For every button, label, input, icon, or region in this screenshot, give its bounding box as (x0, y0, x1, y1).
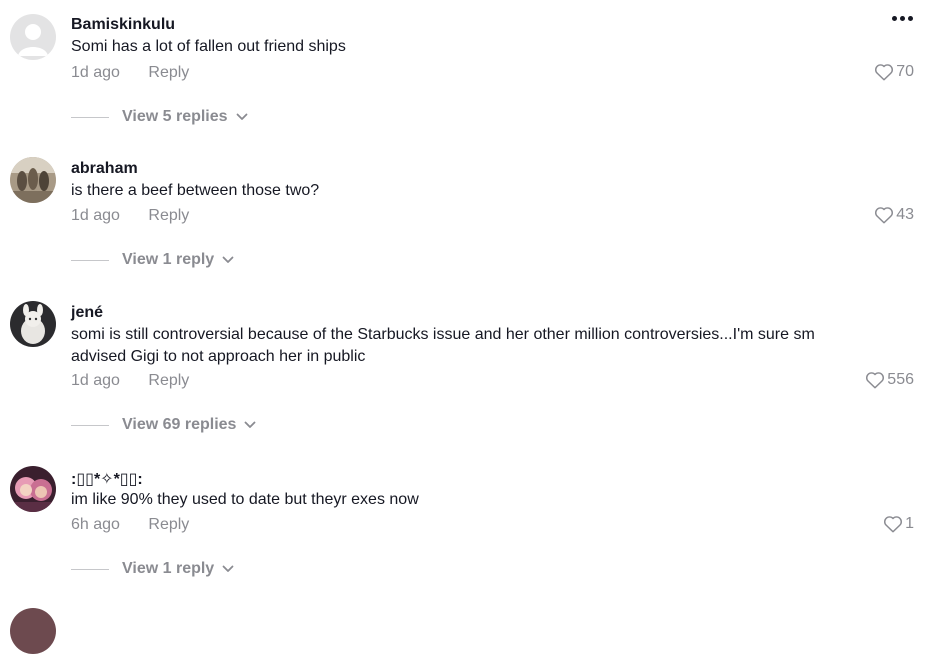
comment-text: im like 90% they used to date but theyr … (71, 491, 419, 508)
divider-line (71, 568, 109, 570)
comment-username[interactable]: Bamiskinkulu (71, 16, 175, 34)
user-photo-icon (10, 301, 56, 347)
user-photo-icon (10, 466, 56, 512)
like-count: 1 (905, 515, 914, 532)
comment-username[interactable]: jené (71, 304, 103, 322)
view-replies-button[interactable]: View 5 replies (71, 108, 248, 126)
comment-username[interactable]: :▯▯*✧*▯▯: (71, 469, 143, 489)
comment-item: Bamiskinkulu Somi has a lot of fallen ou… (0, 0, 925, 140)
view-replies-label: View 5 replies (122, 108, 228, 125)
avatar[interactable] (10, 14, 56, 60)
like-count: 556 (887, 371, 914, 388)
dot (900, 16, 905, 21)
heart-outline-icon (875, 207, 894, 224)
reply-button[interactable]: Reply (148, 207, 189, 224)
comment-time: 1d ago (71, 64, 120, 81)
comment-item: jené somi is still controversial because… (0, 285, 925, 450)
comment-text: Somi has a lot of fallen out friend ship… (71, 38, 346, 55)
like-count: 43 (896, 206, 914, 223)
heart-outline-icon (866, 372, 885, 389)
like-count: 70 (896, 63, 914, 80)
comment-time: 1d ago (71, 372, 120, 389)
divider-line (71, 116, 109, 118)
comment-meta: 1d ago Reply (71, 64, 189, 82)
chevron-down-icon (245, 421, 256, 428)
like-button[interactable]: 43 (874, 206, 914, 224)
dot (908, 16, 913, 21)
like-button[interactable]: 1 (883, 515, 914, 533)
user-photo-icon (10, 157, 56, 203)
default-avatar-icon (10, 14, 56, 60)
view-replies-button[interactable]: View 1 reply (71, 251, 234, 269)
view-replies-button[interactable]: View 1 reply (71, 560, 234, 578)
comment-time: 1d ago (71, 207, 120, 224)
heart-outline-icon (875, 64, 894, 81)
like-button[interactable]: 70 (874, 63, 914, 81)
comment-item: :▯▯*✧*▯▯: im like 90% they used to date … (0, 450, 925, 590)
chevron-down-icon (222, 565, 234, 572)
avatar[interactable] (10, 608, 56, 654)
reply-button[interactable]: Reply (148, 516, 189, 533)
view-replies-label: View 69 replies (122, 416, 237, 433)
more-options-icon[interactable] (892, 16, 913, 21)
avatar[interactable] (10, 301, 56, 347)
avatar[interactable] (10, 466, 56, 512)
divider-line (71, 424, 109, 426)
reply-button[interactable]: Reply (148, 64, 189, 81)
view-replies-button[interactable]: View 69 replies (71, 416, 256, 434)
comment-meta: 1d ago Reply (71, 372, 189, 390)
comment-meta: 1d ago Reply (71, 207, 189, 225)
comment-text: somi is still controversial because of t… (71, 326, 815, 365)
view-replies-label: View 1 reply (122, 560, 215, 577)
heart-outline-icon (884, 516, 903, 533)
comment-meta: 6h ago Reply (71, 516, 189, 534)
chevron-down-icon (236, 113, 247, 120)
avatar[interactable] (10, 157, 56, 203)
chevron-down-icon (222, 256, 234, 263)
like-button[interactable]: 556 (865, 371, 914, 389)
reply-button[interactable]: Reply (148, 372, 189, 389)
comment-text: is there a beef between those two? (71, 182, 320, 199)
dot (892, 16, 897, 21)
view-replies-label: View 1 reply (122, 251, 215, 268)
comment-time: 6h ago (71, 516, 120, 533)
comment-username[interactable]: abraham (71, 160, 138, 178)
comment-item: abraham is there a beef between those tw… (0, 140, 925, 285)
divider-line (71, 259, 109, 261)
user-photo-icon (10, 608, 56, 654)
